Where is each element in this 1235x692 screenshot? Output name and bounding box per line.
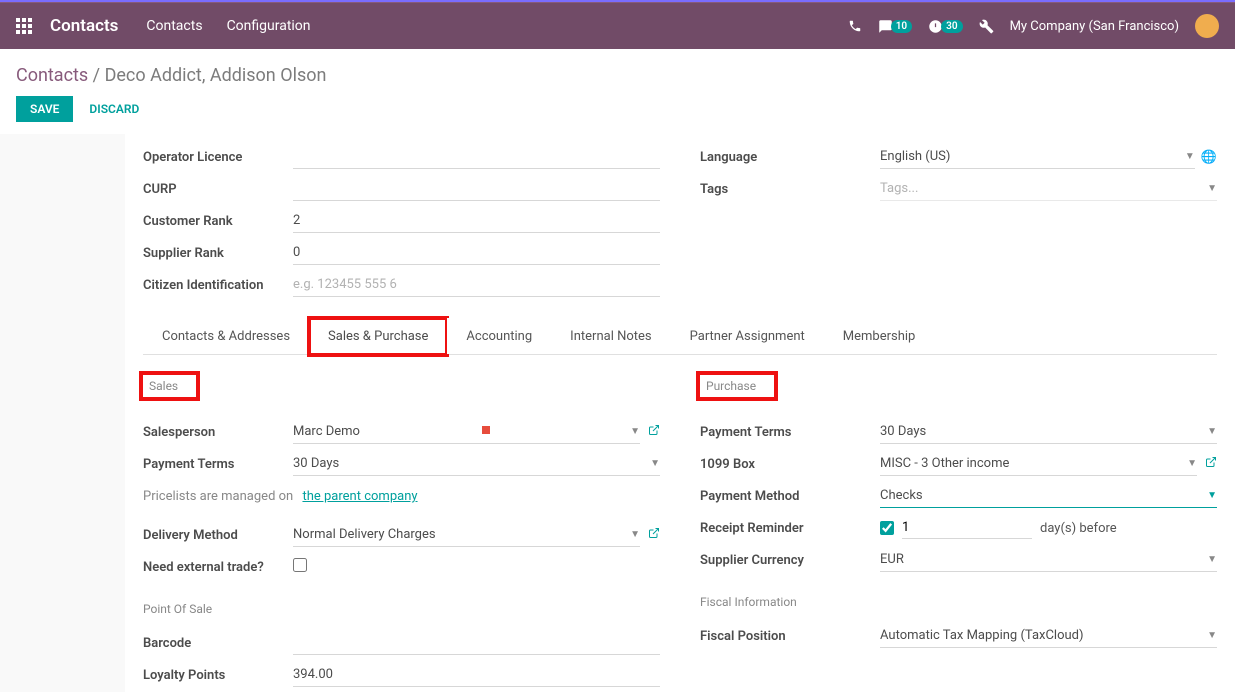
supplier-currency-select[interactable] [880, 548, 1217, 572]
activities-icon[interactable]: 30 [928, 19, 962, 34]
globe-icon[interactable]: 🌐 [1201, 150, 1217, 165]
discard-button[interactable]: DISCARD [89, 102, 139, 116]
external-link-icon[interactable] [648, 424, 660, 440]
box1099-label: 1099 Box [700, 457, 880, 472]
status-dot-icon [482, 426, 490, 434]
developer-icon[interactable] [979, 19, 994, 34]
citizen-id-label: Citizen Identification [143, 278, 293, 293]
navbar: Contacts Contacts Configuration 10 30 My… [0, 3, 1235, 49]
phone-icon[interactable] [848, 19, 862, 33]
breadcrumb: Contacts / Deco Addict, Addison Olson [16, 65, 1219, 86]
tab-partner-assignment[interactable]: Partner Assignment [671, 318, 824, 354]
tab-accounting[interactable]: Accounting [447, 318, 551, 354]
fiscal-section-header: Fiscal Information [700, 595, 1217, 611]
delivery-method-label: Delivery Method [143, 528, 293, 543]
loyalty-input[interactable] [293, 663, 660, 687]
salesperson-select[interactable] [293, 420, 640, 444]
fiscal-position-select[interactable] [880, 624, 1217, 648]
receipt-reminder-checkbox[interactable] [880, 521, 894, 535]
sales-payment-terms-select[interactable] [293, 452, 660, 476]
caret-down-icon: ▼ [1207, 554, 1217, 565]
payment-method-select[interactable] [880, 484, 1217, 508]
purchase-payment-terms-label: Payment Terms [700, 425, 880, 440]
curp-input[interactable] [293, 177, 660, 201]
receipt-reminder-days-input[interactable] [902, 517, 1032, 539]
external-trade-label: Need external trade? [143, 560, 293, 575]
company-switcher[interactable]: My Company (San Francisco) [1010, 19, 1179, 34]
activities-badge: 30 [941, 20, 962, 33]
tab-contacts-addresses[interactable]: Contacts & Addresses [143, 318, 309, 354]
external-link-icon[interactable] [648, 527, 660, 543]
left-rail [0, 134, 125, 692]
box1099-select[interactable] [880, 452, 1197, 476]
fiscal-position-label: Fiscal Position [700, 629, 880, 644]
sales-payment-terms-label: Payment Terms [143, 457, 293, 472]
tab-sales-purchase[interactable]: Sales & Purchase [309, 318, 447, 355]
tags-label: Tags [700, 182, 880, 197]
nav-configuration[interactable]: Configuration [227, 18, 311, 34]
citizen-id-input[interactable] [293, 273, 660, 297]
curp-label: CURP [143, 182, 293, 197]
pos-section-header: Point Of Sale [143, 602, 660, 618]
external-trade-checkbox[interactable] [293, 558, 307, 572]
barcode-input[interactable] [293, 631, 660, 655]
payment-method-label: Payment Method [700, 489, 880, 504]
supplier-rank-label: Supplier Rank [143, 246, 293, 261]
salesperson-label: Salesperson [143, 425, 293, 440]
app-brand[interactable]: Contacts [50, 16, 118, 36]
tab-internal-notes[interactable]: Internal Notes [551, 318, 670, 354]
supplier-currency-label: Supplier Currency [700, 553, 880, 568]
messages-icon[interactable]: 10 [878, 19, 912, 34]
tabs: Contacts & Addresses Sales & Purchase Ac… [143, 318, 1217, 355]
messages-badge: 10 [891, 20, 912, 33]
user-avatar[interactable] [1195, 14, 1219, 38]
caret-down-icon: ▼ [1207, 490, 1217, 501]
caret-down-icon: ▼ [1185, 151, 1195, 162]
delivery-method-select[interactable] [293, 523, 640, 547]
tags-input[interactable]: Tags... [880, 177, 1217, 201]
caret-down-icon: ▼ [1207, 426, 1217, 437]
purchase-section-header: Purchase [700, 375, 774, 397]
caret-down-icon: ▼ [650, 458, 660, 469]
caret-down-icon: ▼ [1187, 458, 1197, 469]
caret-down-icon: ▼ [630, 529, 640, 540]
language-select[interactable] [880, 145, 1195, 169]
breadcrumb-root[interactable]: Contacts [16, 65, 88, 86]
purchase-payment-terms-select[interactable] [880, 420, 1217, 444]
operator-licence-label: Operator Licence [143, 150, 293, 165]
language-label: Language [700, 150, 880, 165]
nav-contacts[interactable]: Contacts [146, 18, 202, 34]
barcode-label: Barcode [143, 636, 293, 651]
caret-down-icon: ▼ [630, 426, 640, 437]
customer-rank-label: Customer Rank [143, 214, 293, 229]
parent-company-link[interactable]: the parent company [302, 489, 417, 504]
external-link-icon[interactable] [1205, 456, 1217, 472]
operator-licence-input[interactable] [293, 145, 660, 169]
customer-rank-input[interactable] [293, 209, 660, 233]
supplier-rank-input[interactable] [293, 241, 660, 265]
breadcrumb-current: Deco Addict, Addison Olson [105, 65, 327, 86]
apps-icon[interactable] [16, 18, 32, 34]
save-button[interactable]: SAVE [16, 96, 73, 122]
receipt-reminder-suffix: day(s) before [1040, 521, 1117, 536]
loyalty-label: Loyalty Points [143, 668, 293, 683]
tab-membership[interactable]: Membership [824, 318, 935, 354]
caret-down-icon: ▼ [1207, 630, 1217, 641]
caret-down-icon: ▼ [1207, 183, 1217, 194]
breadcrumb-bar: Contacts / Deco Addict, Addison Olson SA… [0, 49, 1235, 134]
sales-section-header: Sales [143, 375, 196, 397]
pricelist-info: Pricelists are managed on the parent com… [143, 489, 660, 504]
receipt-reminder-label: Receipt Reminder [700, 521, 880, 536]
